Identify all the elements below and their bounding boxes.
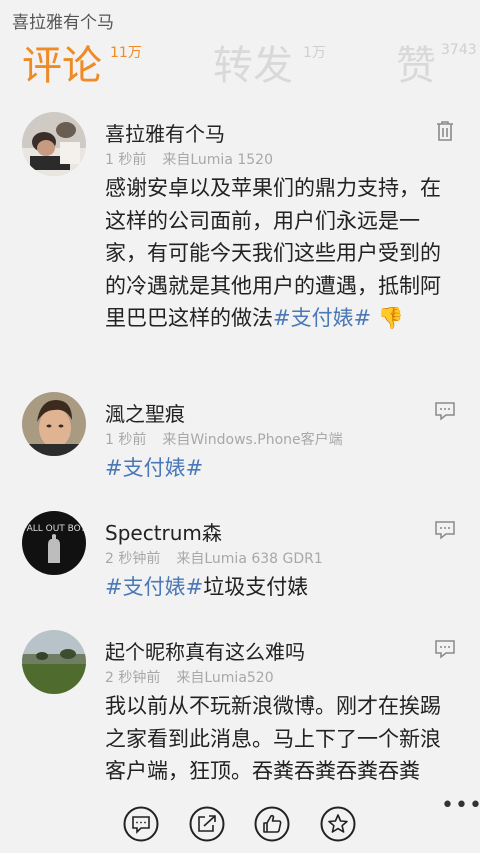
comment-meta: 1 秒前 来自Windows.Phone客户端: [105, 429, 343, 449]
comment-source: 来自Windows.Phone客户端: [162, 432, 343, 448]
avatar[interactable]: FALL OUT BOY: [22, 511, 86, 575]
avatar[interactable]: [22, 112, 86, 176]
reply-icon[interactable]: [434, 400, 456, 422]
comment-icon[interactable]: [123, 806, 159, 842]
comment-text: 垃圾支付婊: [203, 575, 309, 599]
avatar[interactable]: [22, 630, 86, 694]
svg-text:FALL OUT BOY: FALL OUT BOY: [22, 524, 86, 534]
comment-username[interactable]: Spectrum森: [105, 517, 222, 546]
topic-tag[interactable]: #支付婊#: [105, 575, 203, 599]
like-icon[interactable]: [254, 806, 290, 842]
reply-icon[interactable]: [434, 638, 456, 660]
tab-comments-label: 评论: [22, 43, 102, 89]
tab-comments[interactable]: 评论 11万: [22, 40, 142, 92]
comment-time: 1 秒前: [105, 432, 147, 448]
comment-time: 1 秒前: [105, 152, 147, 168]
status-header: 喜拉雅有个马: [0, 0, 480, 36]
tab-comments-count: 11万: [110, 45, 142, 61]
thumbs-down-emoji: 👎: [377, 306, 405, 330]
app-bar: •••: [0, 795, 480, 853]
tab-likes-label: 赞: [396, 43, 436, 89]
reply-icon[interactable]: [434, 519, 456, 541]
repost-icon[interactable]: [189, 806, 225, 842]
comment-body: #支付婊#: [105, 452, 450, 485]
comment-meta: 2 秒钟前 来自Lumia520: [105, 667, 274, 687]
tab-reposts-count: 1万: [303, 45, 326, 61]
comment-body: #支付婊#垃圾支付婊: [105, 571, 450, 604]
pivot-tabs: 评论 11万 转发 1万 赞 3743: [0, 36, 480, 106]
tab-reposts[interactable]: 转发 1万: [213, 40, 326, 92]
delete-icon[interactable]: [434, 120, 456, 142]
topic-tag[interactable]: #支付婊#: [105, 456, 203, 480]
more-icon[interactable]: •••: [441, 795, 480, 817]
tab-likes[interactable]: 赞 3743: [396, 40, 477, 92]
comment-time: 2 秒钟前: [105, 551, 161, 567]
comment-meta: 1 秒前 来自Lumia 1520: [105, 149, 273, 169]
comment-list[interactable]: 喜拉雅有个马 1 秒前 来自Lumia 1520 感谢安卓以及苹果们的鼎力支持，在…: [0, 106, 480, 796]
comment-username[interactable]: 起个昵称真有这么难吗: [105, 636, 305, 665]
avatar[interactable]: [22, 392, 86, 456]
post-author-title: 喜拉雅有个马: [12, 13, 114, 33]
topic-tag[interactable]: #支付婊#: [273, 306, 371, 330]
comment-body: 我以前从不玩新浪微博。刚才在挨踢之家看到此消息。马上下了一个新浪客户端，狂顶。吞…: [105, 690, 450, 788]
comment-time: 2 秒钟前: [105, 670, 161, 686]
tab-likes-count: 3743: [441, 42, 477, 58]
tab-reposts-label: 转发: [213, 43, 293, 89]
comment-text: 我以前从不玩新浪微博。刚才在挨踢之家看到此消息。马上下了一个新浪客户端，狂顶。吞…: [105, 694, 441, 783]
comment-source: 来自Lumia 638 GDR1: [176, 551, 323, 567]
favorite-icon[interactable]: [320, 806, 356, 842]
comment-body: 感谢安卓以及苹果们的鼎力支持，在这样的公司面前，用户们永远是一家，有可能今天我们…: [105, 172, 450, 335]
comment-source: 来自Lumia 1520: [162, 152, 273, 168]
comment-username[interactable]: 渢之聖痕: [105, 398, 185, 427]
comment-meta: 2 秒钟前 来自Lumia 638 GDR1: [105, 548, 323, 568]
comment-source: 来自Lumia520: [176, 670, 274, 686]
comment-username[interactable]: 喜拉雅有个马: [105, 118, 225, 147]
